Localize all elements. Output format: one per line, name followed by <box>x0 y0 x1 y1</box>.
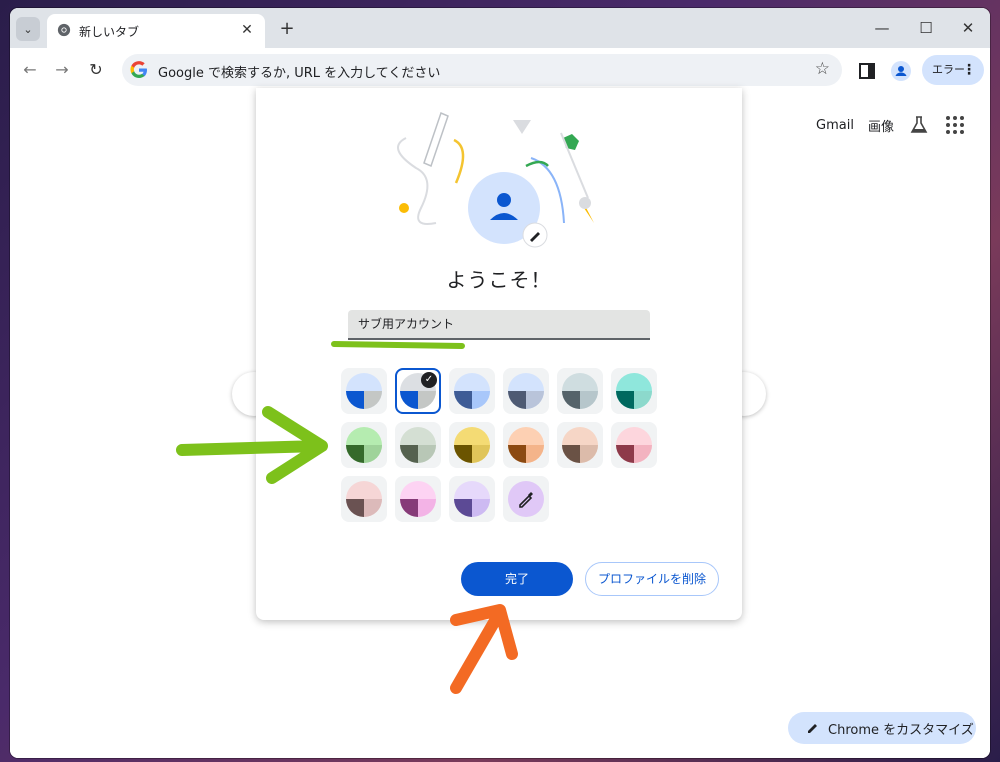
color-swatch[interactable] <box>395 476 441 522</box>
close-window-button[interactable]: ✕ <box>948 14 988 42</box>
color-swatch[interactable] <box>341 476 387 522</box>
color-swatch[interactable] <box>611 368 657 414</box>
color-swatch-graphic <box>346 427 382 463</box>
color-swatch[interactable]: ✓ <box>395 368 441 414</box>
color-swatch[interactable] <box>395 422 441 468</box>
toolbar: ← → ↻ Google で検索するか, URL を入力してください ☆ エラー… <box>10 48 990 92</box>
top-links: Gmail 画像 <box>816 114 966 136</box>
arrow-right-icon: → <box>55 60 69 79</box>
pencil-icon <box>808 724 817 733</box>
tab-strip: ⌄ 新しいタブ ✕ + — ☐ ✕ <box>10 8 990 48</box>
welcome-title: ようこそ！ <box>446 268 552 292</box>
chrome-icon <box>57 23 71 37</box>
eyedropper-icon <box>508 481 544 517</box>
color-swatch-graphic <box>508 373 544 409</box>
color-swatch[interactable] <box>611 422 657 468</box>
back-button[interactable]: ← <box>18 58 42 82</box>
color-swatch-graphic <box>346 373 382 409</box>
color-swatch[interactable] <box>449 476 495 522</box>
customize-chrome-button[interactable]: Chrome をカスタマイズ <box>788 712 976 744</box>
color-swatch-graphic <box>400 481 436 517</box>
error-label: エラー <box>932 63 965 76</box>
profile-avatar-icon[interactable] <box>890 60 912 82</box>
profile-error-button[interactable]: エラー ⋮ <box>922 55 984 85</box>
welcome-illustration <box>397 111 594 248</box>
color-swatch[interactable] <box>449 368 495 414</box>
chevron-down-icon: ⌄ <box>23 22 33 36</box>
more-vert-icon: ⋮ <box>962 62 976 78</box>
custom-color-swatch[interactable] <box>503 476 549 522</box>
color-swatch[interactable] <box>341 368 387 414</box>
profile-customization-dialog: ようこそ！ サブ用アカウント ✓ 完了 プロファイルを削除 <box>256 88 742 620</box>
browser-window: ⌄ 新しいタブ ✕ + — ☐ ✕ ← → ↻ Google で検索するか, U… <box>10 8 990 758</box>
profile-name-input[interactable]: サブ用アカウント <box>348 310 650 340</box>
reload-icon: ↻ <box>89 60 103 79</box>
bookmark-star-icon[interactable]: ☆ <box>815 59 830 79</box>
color-swatch-graphic <box>454 373 490 409</box>
side-panel-icon[interactable] <box>856 60 878 82</box>
tab-search-button[interactable]: ⌄ <box>16 17 40 41</box>
color-swatch-graphic <box>346 481 382 517</box>
new-tab-page: Gmail 画像 Chrome をカスタマイズ ようこそ！ サブ用アカウント ✓… <box>10 88 990 758</box>
omnibox-placeholder: Google で検索するか, URL を入力してください <box>158 66 441 81</box>
gmail-link[interactable]: Gmail <box>816 118 854 133</box>
color-swatch-graphic <box>508 427 544 463</box>
google-icon <box>130 61 147 78</box>
color-swatch[interactable] <box>341 422 387 468</box>
tab-close-icon[interactable]: ✕ <box>237 20 257 40</box>
new-tab-button[interactable]: + <box>276 18 298 40</box>
check-icon: ✓ <box>421 372 437 388</box>
color-swatch[interactable] <box>557 422 603 468</box>
color-swatch[interactable] <box>503 422 549 468</box>
maximize-button[interactable]: ☐ <box>906 14 946 42</box>
omnibox[interactable]: Google で検索するか, URL を入力してください ☆ <box>122 54 842 86</box>
forward-button[interactable]: → <box>50 58 74 82</box>
color-swatch[interactable] <box>557 368 603 414</box>
color-swatch-graphic <box>454 427 490 463</box>
color-swatch-graphic <box>400 427 436 463</box>
delete-profile-button[interactable]: プロファイルを削除 <box>585 562 719 596</box>
labs-flask-icon[interactable] <box>908 114 930 136</box>
color-swatch-graphic <box>454 481 490 517</box>
color-swatch[interactable] <box>449 422 495 468</box>
color-swatch-graphic <box>562 427 598 463</box>
apps-grid-icon[interactable] <box>944 114 966 136</box>
color-swatch-graphic <box>616 373 652 409</box>
images-link[interactable]: 画像 <box>868 116 894 135</box>
tab-new-tab[interactable]: 新しいタブ ✕ <box>47 14 265 48</box>
color-swatch-graphic <box>616 427 652 463</box>
arrow-left-icon: ← <box>23 60 37 79</box>
customize-label: Chrome をカスタマイズ <box>828 722 974 738</box>
color-swatch[interactable] <box>503 368 549 414</box>
minimize-button[interactable]: — <box>862 14 902 42</box>
tab-title: 新しいタブ <box>79 25 140 39</box>
color-swatch-graphic <box>562 373 598 409</box>
reload-button[interactable]: ↻ <box>84 58 108 82</box>
done-button[interactable]: 完了 <box>461 562 573 596</box>
